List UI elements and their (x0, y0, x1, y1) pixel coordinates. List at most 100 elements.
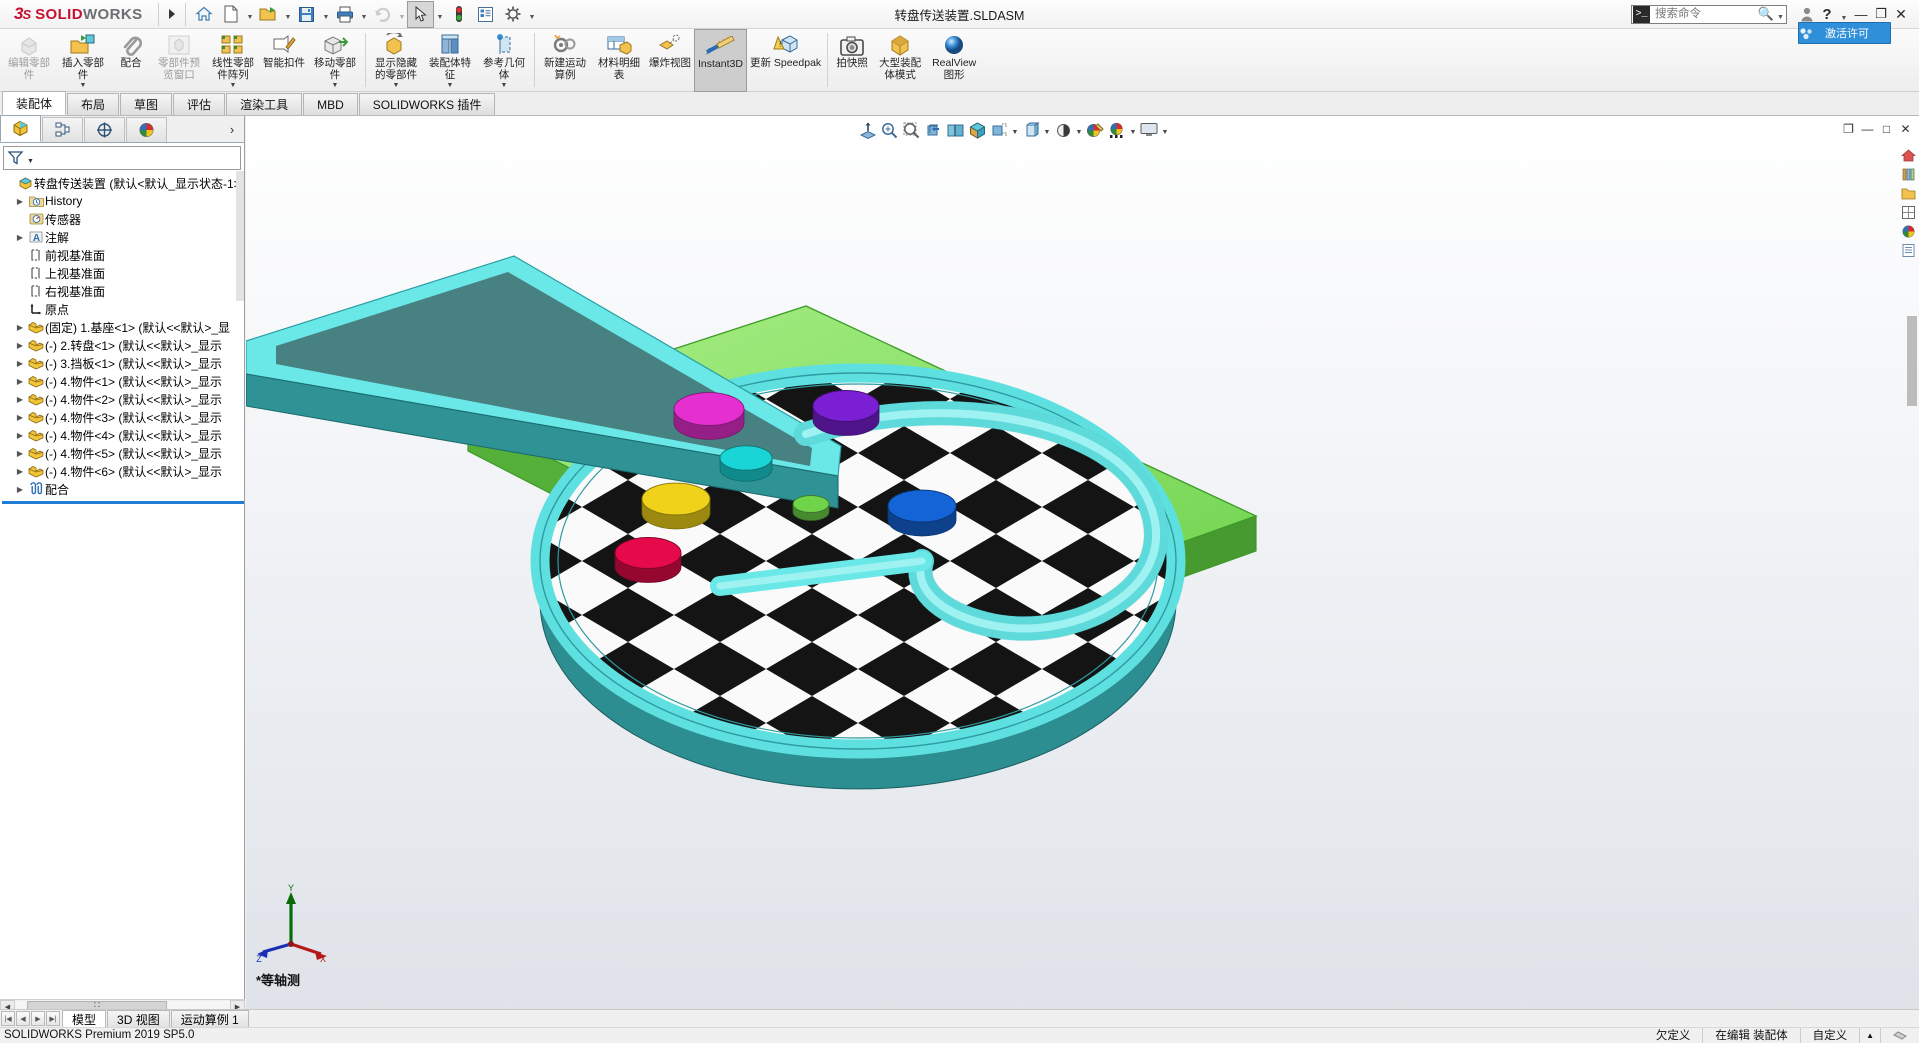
object-green[interactable] (792, 495, 830, 521)
chevron-down-icon[interactable]: ▼ (230, 82, 237, 89)
bottom-tab-motion-study[interactable]: 运动算例 1 (170, 1010, 249, 1027)
chevron-down-icon[interactable]: ▼ (332, 82, 339, 89)
ribbon-mate[interactable]: 配合 (110, 29, 152, 92)
tab-layout[interactable]: 布局 (67, 93, 120, 115)
chevron-down-icon[interactable]: ▼ (526, 1, 537, 28)
tab-evaluate[interactable]: 评估 (173, 93, 226, 115)
chevron-down-icon[interactable]: ▼ (447, 82, 454, 89)
tab-solidworks-addins[interactable]: SOLIDWORKS 插件 (358, 93, 496, 115)
close-button[interactable]: ✕ (1891, 2, 1911, 26)
tree-component-object-4[interactable]: ▶ (-) 4.物件<4> (默认<<默认>_显示 (2, 426, 244, 444)
expand-arrow-icon[interactable]: ▶ (13, 233, 27, 242)
ribbon-exploded-view[interactable]: 爆炸视图 (646, 29, 694, 92)
file-properties-icon[interactable] (472, 1, 499, 28)
tree-component-object-1[interactable]: ▶ (-) 4.物件<1> (默认<<默认>_显示 (2, 372, 244, 390)
ribbon-large-assembly-mode[interactable]: 大型装配体模式 (873, 29, 927, 92)
tab-sketch[interactable]: 草图 (120, 93, 173, 115)
license-badge[interactable]: 激活许可 (1798, 22, 1891, 44)
new-document-icon[interactable] (217, 1, 244, 28)
chevron-down-icon[interactable]: ▼ (1837, 7, 1851, 22)
search-input[interactable] (1653, 7, 1757, 21)
search-icon[interactable]: 🔍 (1757, 6, 1775, 22)
graphics-viewport[interactable]: ▼ ▼ ▼ ▼ ▼ ❐ — □ ✕ Y X Z *等轴测 (246, 116, 1919, 1014)
object-blue[interactable] (887, 489, 957, 537)
expand-arrow-icon[interactable]: ▶ (13, 485, 27, 494)
property-manager-tab[interactable] (42, 117, 83, 142)
tree-component-base[interactable]: ▶ (固定) 1.基座<1> (默认<<默认>_显 (2, 318, 244, 336)
tree-origin[interactable]: 原点 (2, 300, 244, 318)
chevron-down-icon[interactable]: ▼ (358, 1, 369, 28)
chevron-down-icon[interactable]: ▼ (434, 1, 445, 28)
tree-component-baffle[interactable]: ▶ (-) 3.挡板<1> (默认<<默认>_显示 (2, 354, 244, 372)
ribbon-linear-component-pattern[interactable]: 线性零部件阵列 ▼ (206, 29, 260, 92)
expand-arrow-icon[interactable]: ▶ (13, 323, 27, 332)
tree-sensors[interactable]: 传感器 (2, 210, 244, 228)
tree-component-object-6[interactable]: ▶ (-) 4.物件<6> (默认<<默认>_显示 (2, 462, 244, 480)
tab-mbd[interactable]: MBD (303, 93, 358, 115)
bottom-tab-3dviews[interactable]: 3D 视图 (107, 1010, 170, 1027)
print-icon[interactable] (331, 1, 358, 28)
ribbon-bill-of-materials[interactable]: 材料明细表 (592, 29, 646, 92)
options-gear-icon[interactable] (499, 1, 526, 28)
tree-component-object-3[interactable]: ▶ (-) 4.物件<3> (默认<<默认>_显示 (2, 408, 244, 426)
bottom-nav-button-1[interactable]: ◀ (16, 1011, 30, 1026)
chevron-down-icon[interactable]: ▼ (320, 1, 331, 28)
select-cursor-icon[interactable] (407, 0, 435, 28)
undo-icon[interactable] (369, 1, 396, 28)
feature-manager-tab[interactable] (0, 115, 41, 142)
object-yellow[interactable] (641, 482, 711, 530)
tree-mates[interactable]: ▶ 配合 (2, 480, 244, 498)
object-cyan[interactable] (719, 445, 773, 482)
tree-history[interactable]: ▶ History (2, 192, 244, 210)
ribbon-assembly-features[interactable]: 装配体特征 ▼ (423, 29, 477, 92)
tree-component-turntable[interactable]: ▶ (-) 2.转盘<1> (默认<<默认>_显示 (2, 336, 244, 354)
bottom-nav-button-2[interactable]: ▶ (31, 1011, 45, 1026)
open-folder-icon[interactable] (255, 1, 282, 28)
ribbon-instant3d[interactable]: Instant3D (694, 29, 747, 92)
tree-right-plane[interactable]: 右视基准面 (2, 282, 244, 300)
bottom-tab-model[interactable]: 模型 (62, 1010, 107, 1027)
object-purple[interactable] (812, 390, 880, 436)
save-icon[interactable] (293, 1, 320, 28)
assembly-3d-model[interactable] (246, 116, 1919, 1014)
turntable-disc[interactable] (246, 116, 1732, 1014)
chevron-down-icon[interactable]: ▼ (80, 82, 87, 89)
tab-render-tools[interactable]: 渲染工具 (226, 93, 303, 115)
chevron-down-icon[interactable]: ▼ (396, 1, 407, 28)
bottom-nav-button-0[interactable]: |◀ (1, 1011, 15, 1026)
tree-vertical-scrollbar[interactable] (236, 171, 244, 301)
ribbon-take-snapshot[interactable]: 拍快照 (831, 29, 873, 92)
ribbon-show-hidden-components[interactable]: 显示隐藏的零部件 ▼ (369, 29, 423, 92)
rebuild-icon[interactable] (445, 1, 472, 28)
chevron-down-icon[interactable]: ▼ (282, 1, 293, 28)
ribbon-new-motion-study[interactable]: 新建运动算例 (538, 29, 592, 92)
bottom-nav-button-3[interactable]: ▶| (46, 1011, 60, 1026)
tree-component-object-2[interactable]: ▶ (-) 4.物件<2> (默认<<默认>_显示 (2, 390, 244, 408)
customize-caret-icon[interactable]: ▲ (1859, 1027, 1880, 1043)
ribbon-realview-graphics[interactable]: RealView 图形 (927, 29, 981, 92)
home-icon[interactable] (190, 1, 217, 28)
tree-front-plane[interactable]: 前视基准面 (2, 246, 244, 264)
expand-arrow-icon[interactable]: ▶ (13, 431, 27, 440)
chevron-down-icon[interactable]: ▼ (501, 82, 508, 89)
configuration-manager-tab[interactable] (84, 117, 125, 142)
ribbon-update-speedpak[interactable]: ! 更新 Speedpak (747, 29, 824, 92)
ribbon-insert-components[interactable]: 插入零部件 ▼ (56, 29, 110, 92)
menu-expand-arrow[interactable] (163, 1, 181, 28)
expand-arrow-icon[interactable]: ▶ (13, 377, 27, 386)
expand-arrow-icon[interactable]: ▶ (13, 395, 27, 404)
object-red[interactable] (614, 537, 682, 583)
chevron-down-icon[interactable]: ▼ (1775, 8, 1786, 21)
ribbon-move-component[interactable]: 移动零部件 ▼ (308, 29, 362, 92)
expand-arrow-icon[interactable]: ▶ (13, 359, 27, 368)
chevron-down-icon[interactable]: ▼ (393, 82, 400, 89)
tree-root[interactable]: 转盘传送装置 (默认<默认_显示状态-1> (2, 174, 244, 192)
tree-top-plane[interactable]: 上视基准面 (2, 264, 244, 282)
chevron-down-icon[interactable]: ▼ (27, 152, 34, 165)
expand-arrow-icon[interactable]: ▶ (13, 467, 27, 476)
display-manager-tab[interactable] (126, 117, 167, 142)
search-container[interactable]: >_ 🔍 ▼ (1631, 4, 1787, 24)
tree-filter-box[interactable]: ▼ (3, 146, 241, 170)
expand-arrow-icon[interactable]: ▶ (13, 449, 27, 458)
ribbon-smart-fasteners[interactable]: 智能扣件 (260, 29, 308, 92)
